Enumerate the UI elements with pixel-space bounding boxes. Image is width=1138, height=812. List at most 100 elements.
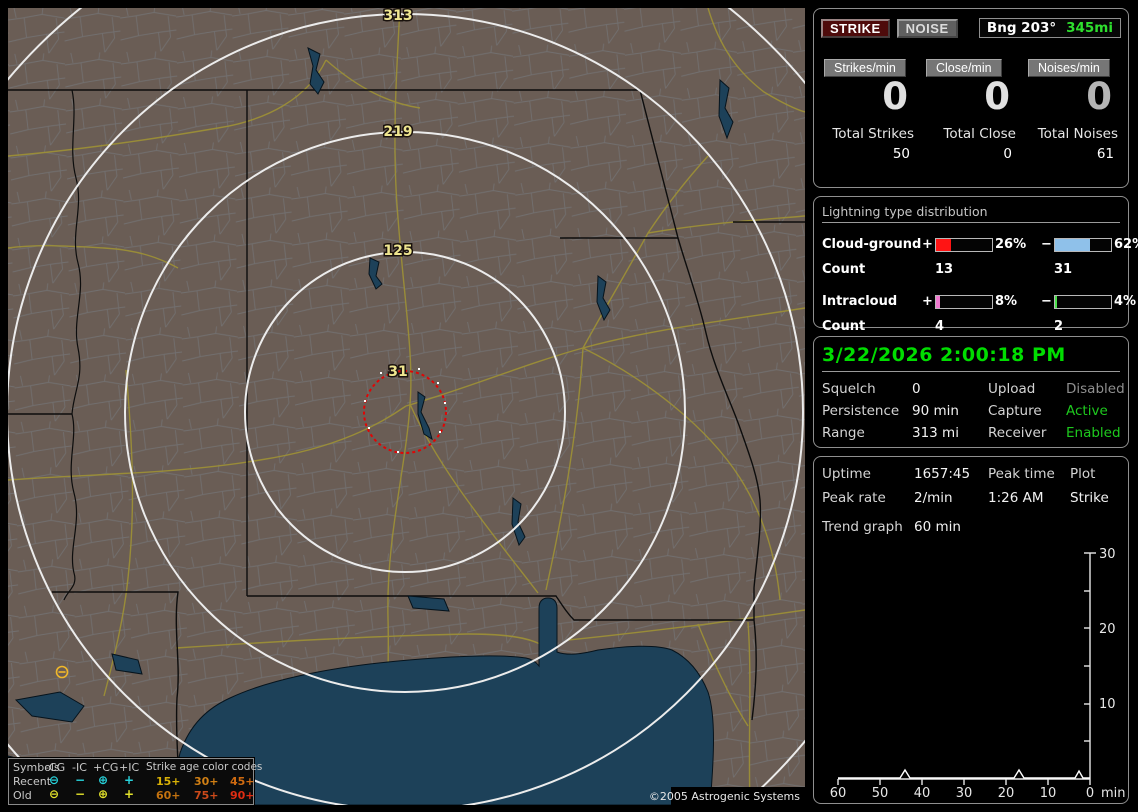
recent-neg-cg-icon: ⊖ xyxy=(49,773,60,787)
recent-pos-ic-icon: + xyxy=(124,773,135,787)
squelch-value: 0 xyxy=(912,381,921,397)
legend-old-label: Old xyxy=(13,789,32,802)
session-panel: Uptime 1657:45 Peak time Plot Peak rate … xyxy=(813,456,1129,804)
trend-graph-label: Trend graph xyxy=(822,519,903,535)
strike-button[interactable]: STRIKE xyxy=(821,18,890,38)
y-tick-30: 30 xyxy=(1099,547,1116,562)
total-strikes-label: Total Strikes xyxy=(832,125,914,142)
bearing-value: Bng 203° xyxy=(986,20,1057,36)
recent-pos-cg-icon: ⊕ xyxy=(98,773,109,787)
x-tick-0: 0 xyxy=(1086,786,1094,799)
symbol-legend: Symbols -CG -IC +CG +IC Strike age color… xyxy=(7,757,262,806)
old-pos-cg-icon: ⊕ xyxy=(98,787,109,801)
neg-ic-pct: 4% xyxy=(1114,294,1137,309)
neg-ic-count: 2 xyxy=(1054,319,1064,334)
ring-label-313: 313 xyxy=(383,8,412,24)
pos-ic-pct: 8% xyxy=(995,294,1018,309)
x-tick-10: 10 xyxy=(1040,786,1057,799)
plus-sign: + xyxy=(922,294,933,309)
cloud-ground-row: Cloud-ground + 26% − 62% xyxy=(822,232,1138,257)
capture-status: Active xyxy=(1066,403,1108,419)
old-neg-ic-icon: − xyxy=(75,787,86,801)
cloud-ground-count-row: Count 13 31 xyxy=(822,257,1120,282)
legend-age-title: Strike age color codes xyxy=(146,761,263,773)
uptime-label: Uptime xyxy=(822,466,871,482)
trend-chart: 30 20 10 60 50 40 30 20 10 0 min xyxy=(830,547,1126,799)
x-tick-20: 20 xyxy=(998,786,1015,799)
neg-ic-bar xyxy=(1054,294,1112,309)
receiver-label: Receiver xyxy=(988,425,1047,441)
peak-rate-value: 2/min xyxy=(914,490,953,506)
x-axis-unit: min xyxy=(1101,786,1126,799)
noise-button[interactable]: NOISE xyxy=(896,18,958,38)
age-60: 60+ xyxy=(156,789,181,802)
x-tick-50: 50 xyxy=(872,786,889,799)
cloud-ground-label: Cloud-ground xyxy=(822,237,922,252)
counters-panel: STRIKE NOISE Bng 203° 345mi Strikes/min C… xyxy=(813,8,1129,188)
noises-per-min-value: 0 xyxy=(1086,75,1112,118)
uptime-value: 1657:45 xyxy=(914,466,971,482)
recent-neg-ic-icon: − xyxy=(75,773,86,787)
plot-label: Plot xyxy=(1070,466,1096,482)
persistence-value: 90 min xyxy=(912,403,959,419)
capture-label: Capture xyxy=(988,403,1042,419)
old-neg-cg-icon: ⊖ xyxy=(49,787,60,801)
close-per-min-value: 0 xyxy=(984,75,1010,118)
copyright-text: ©2005 Astrogenic Systems xyxy=(649,790,800,803)
squelch-label: Squelch xyxy=(822,381,876,397)
peak-time-value: 1:26 AM xyxy=(988,490,1044,506)
persistence-label: Persistence xyxy=(822,403,900,419)
pos-ic-bar xyxy=(935,294,993,309)
count-label: Count xyxy=(822,262,866,277)
range-label: Range xyxy=(822,425,865,441)
total-noises-label: Total Noises xyxy=(1037,125,1118,142)
neg-cg-count: 31 xyxy=(1054,262,1073,277)
datetime-display: 3/22/2026 2:00:18 PM xyxy=(822,344,1120,372)
intracloud-row: Intracloud + 8% − 4% xyxy=(822,289,1136,314)
upload-status: Disabled xyxy=(1066,381,1125,397)
pos-cg-count: 13 xyxy=(935,262,954,277)
trend-line xyxy=(838,768,1090,779)
age-45: 45+ xyxy=(230,775,255,788)
total-close-value: 0 xyxy=(1003,145,1012,162)
bearing-range: 345mi xyxy=(1066,20,1113,36)
distribution-panel: Lightning type distribution Cloud-ground… xyxy=(813,196,1138,334)
pos-cg-pct: 26% xyxy=(995,237,1027,252)
upload-label: Upload xyxy=(988,381,1036,397)
x-tick-30: 30 xyxy=(956,786,973,799)
age-30: 30+ xyxy=(194,775,219,788)
minus-sign: − xyxy=(1041,294,1052,309)
legend-recent-label: Recent xyxy=(13,775,52,788)
x-tick-60: 60 xyxy=(830,786,847,799)
old-pos-ic-icon: + xyxy=(124,787,135,801)
strikes-per-min-value: 0 xyxy=(882,75,908,118)
age-75: 75+ xyxy=(194,789,219,802)
lightning-map[interactable]: 313 219 125 31 ©2005 Astrogenic Systems xyxy=(0,0,924,812)
y-tick-20: 20 xyxy=(1099,622,1116,637)
ring-label-31: 31 xyxy=(388,364,407,380)
pos-cg-bar xyxy=(935,237,993,252)
age-15: 15+ xyxy=(156,775,181,788)
x-ticks xyxy=(837,779,1091,785)
total-strikes-value: 50 xyxy=(892,145,910,162)
distribution-title: Lightning type distribution xyxy=(822,204,1120,223)
x-tick-40: 40 xyxy=(914,786,931,799)
ring-label-125: 125 xyxy=(383,243,412,259)
minus-sign: − xyxy=(1041,237,1052,252)
range-value: 313 mi xyxy=(912,425,959,441)
peak-time-label: Peak time xyxy=(988,466,1055,482)
receiver-status: Enabled xyxy=(1066,425,1121,441)
plot-value: Strike xyxy=(1070,490,1109,506)
y-tick-10: 10 xyxy=(1099,697,1116,712)
trend-graph-value: 60 min xyxy=(914,519,961,535)
peak-rate-label: Peak rate xyxy=(822,490,886,506)
pos-ic-count: 4 xyxy=(935,319,945,334)
neg-cg-pct: 62% xyxy=(1114,237,1138,252)
status-panel: 3/22/2026 2:00:18 PM Squelch 0 Upload Di… xyxy=(813,336,1129,448)
age-90: 90+ xyxy=(230,789,255,802)
total-noises-value: 61 xyxy=(1096,145,1114,162)
total-close-label: Total Close xyxy=(943,125,1016,142)
bearing-display: Bng 203° 345mi xyxy=(978,18,1121,38)
neg-cg-bar xyxy=(1054,237,1112,252)
intracloud-label: Intracloud xyxy=(822,294,898,309)
